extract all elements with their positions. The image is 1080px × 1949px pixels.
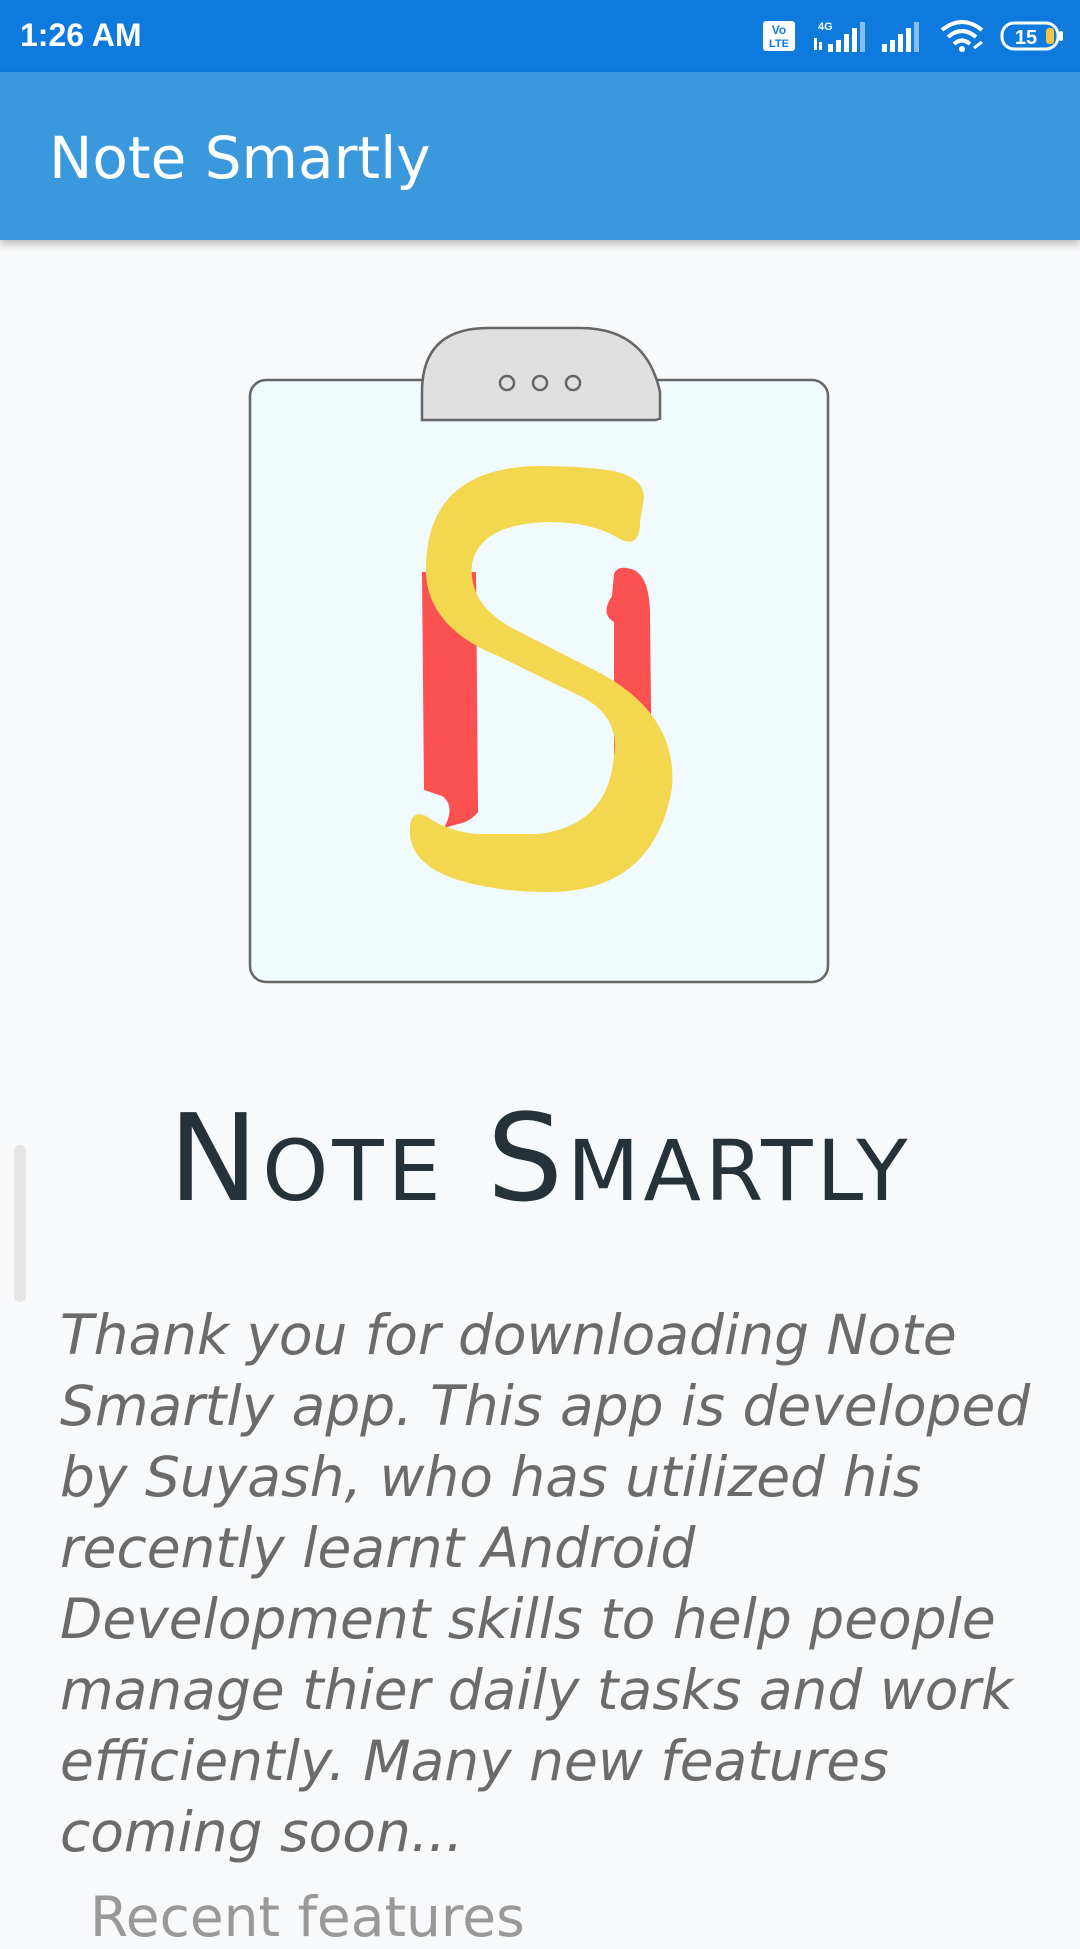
app-description: Thank you for downloading Note Smartly a… (60, 1303, 1031, 1864)
battery-icon: 15 (1000, 21, 1063, 51)
battery-level: 15 (1015, 27, 1037, 49)
brand-name: Note Smartly (168, 1090, 912, 1229)
svg-text:LTE: LTE (769, 38, 789, 50)
signal-icon (882, 22, 919, 52)
clipboard-clip (420, 326, 662, 422)
app-title: Note Smartly (49, 124, 431, 192)
app-bar: Note Smartly (0, 72, 1080, 240)
scrollbar-thumb[interactable] (14, 1145, 26, 1302)
svg-text:4G: 4G (818, 21, 833, 33)
status-icons: Vo LTE 4G 15 (762, 14, 1066, 58)
recent-features-heading: Recent features (90, 1885, 525, 1949)
status-time: 1:26 AM (20, 17, 142, 53)
app-logo (248, 326, 832, 984)
volte-icon: Vo LTE (763, 21, 795, 51)
signal-4g-icon: 4G (814, 21, 865, 52)
status-bar: 1:26 AM Vo LTE 4G 15 (0, 0, 1080, 72)
wifi-icon (940, 20, 984, 52)
svg-text:Vo: Vo (772, 23, 786, 37)
